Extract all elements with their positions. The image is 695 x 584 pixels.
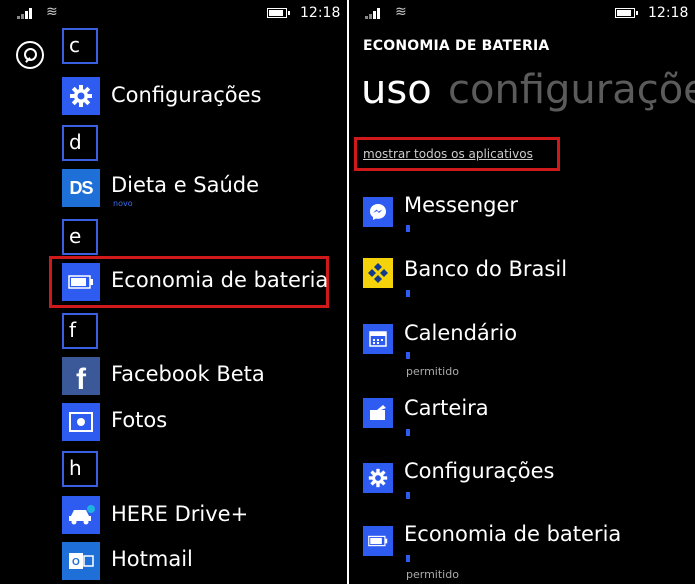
status-clock: 12:18 bbox=[648, 5, 689, 21]
usage-bar bbox=[406, 429, 410, 436]
app-item-economia-de-bateria[interactable]: Economia de bateria bbox=[111, 268, 328, 292]
app-item-facebook-beta[interactable]: Facebook Beta bbox=[111, 362, 265, 386]
svg-text:O: O bbox=[72, 557, 80, 568]
pivot-tab-configuracoes[interactable]: configurações bbox=[448, 64, 695, 116]
battery-icon bbox=[363, 526, 393, 556]
car-icon bbox=[62, 496, 100, 534]
status-clock: 12:18 bbox=[300, 5, 341, 21]
usage-bar bbox=[406, 290, 410, 297]
status-bar: ≋ 12:18 bbox=[349, 0, 695, 30]
battery-icon bbox=[62, 263, 100, 301]
ds-logo-icon: DS bbox=[62, 169, 100, 207]
group-letter-h[interactable]: h bbox=[62, 451, 98, 487]
app-item-carteira[interactable]: Carteira bbox=[404, 396, 489, 420]
messenger-icon bbox=[363, 197, 393, 227]
data-connection-icon: ≋ bbox=[395, 4, 407, 20]
group-letter-e[interactable]: e bbox=[62, 219, 98, 255]
app-item-dieta-e-saude[interactable]: Dieta e Saúde bbox=[111, 173, 259, 197]
outlook-icon: O bbox=[62, 542, 100, 580]
app-item-calendario[interactable]: Calendário bbox=[404, 321, 517, 345]
facebook-icon: f bbox=[62, 357, 100, 396]
app-item-here-drive[interactable]: HERE Drive+ bbox=[111, 502, 248, 526]
banco-do-brasil-icon bbox=[363, 258, 393, 288]
wallet-icon bbox=[363, 398, 393, 428]
gear-icon bbox=[62, 77, 100, 115]
battery-saver-screen: ≋ 12:18 ECONOMIA DE BATERIA uso configur… bbox=[349, 0, 695, 584]
signal-strength-icon bbox=[365, 8, 380, 19]
signal-strength-icon bbox=[17, 8, 32, 19]
permission-status: permitido bbox=[406, 568, 459, 581]
battery-status-icon bbox=[615, 8, 638, 18]
usage-bar bbox=[406, 555, 410, 562]
app-item-hotmail[interactable]: Hotmail bbox=[111, 547, 193, 571]
calendar-icon bbox=[363, 324, 393, 354]
app-item-configuracoes[interactable]: Configurações bbox=[404, 459, 554, 483]
search-icon[interactable] bbox=[16, 41, 44, 69]
app-title: ECONOMIA DE BATERIA bbox=[363, 38, 550, 54]
new-badge: novo bbox=[113, 199, 133, 208]
app-item-economia-de-bateria[interactable]: Economia de bateria bbox=[404, 522, 621, 546]
usage-bar bbox=[406, 352, 410, 359]
pivot-tab-uso[interactable]: uso bbox=[361, 64, 432, 116]
status-bar: ≋ 12:18 bbox=[0, 0, 347, 30]
permission-status: permitido bbox=[406, 365, 459, 378]
app-item-configuracoes[interactable]: Configurações bbox=[111, 83, 261, 107]
battery-status-icon bbox=[267, 8, 290, 18]
group-letter-f[interactable]: f bbox=[62, 313, 98, 349]
app-item-messenger[interactable]: Messenger bbox=[404, 193, 518, 217]
data-connection-icon: ≋ bbox=[46, 4, 58, 20]
group-letter-c[interactable]: c bbox=[62, 28, 98, 64]
gear-icon bbox=[363, 463, 393, 493]
usage-bar bbox=[406, 225, 410, 232]
photo-icon bbox=[62, 403, 100, 441]
group-letter-d[interactable]: d bbox=[62, 125, 98, 161]
usage-bar bbox=[406, 492, 410, 499]
show-all-apps-link[interactable]: mostrar todos os aplicativos bbox=[363, 147, 533, 161]
app-item-banco-do-brasil[interactable]: Banco do Brasil bbox=[404, 257, 567, 281]
app-list-screen: ≋ 12:18 c Configurações d DS Dieta e Saú… bbox=[0, 0, 347, 584]
app-item-fotos[interactable]: Fotos bbox=[111, 408, 167, 432]
